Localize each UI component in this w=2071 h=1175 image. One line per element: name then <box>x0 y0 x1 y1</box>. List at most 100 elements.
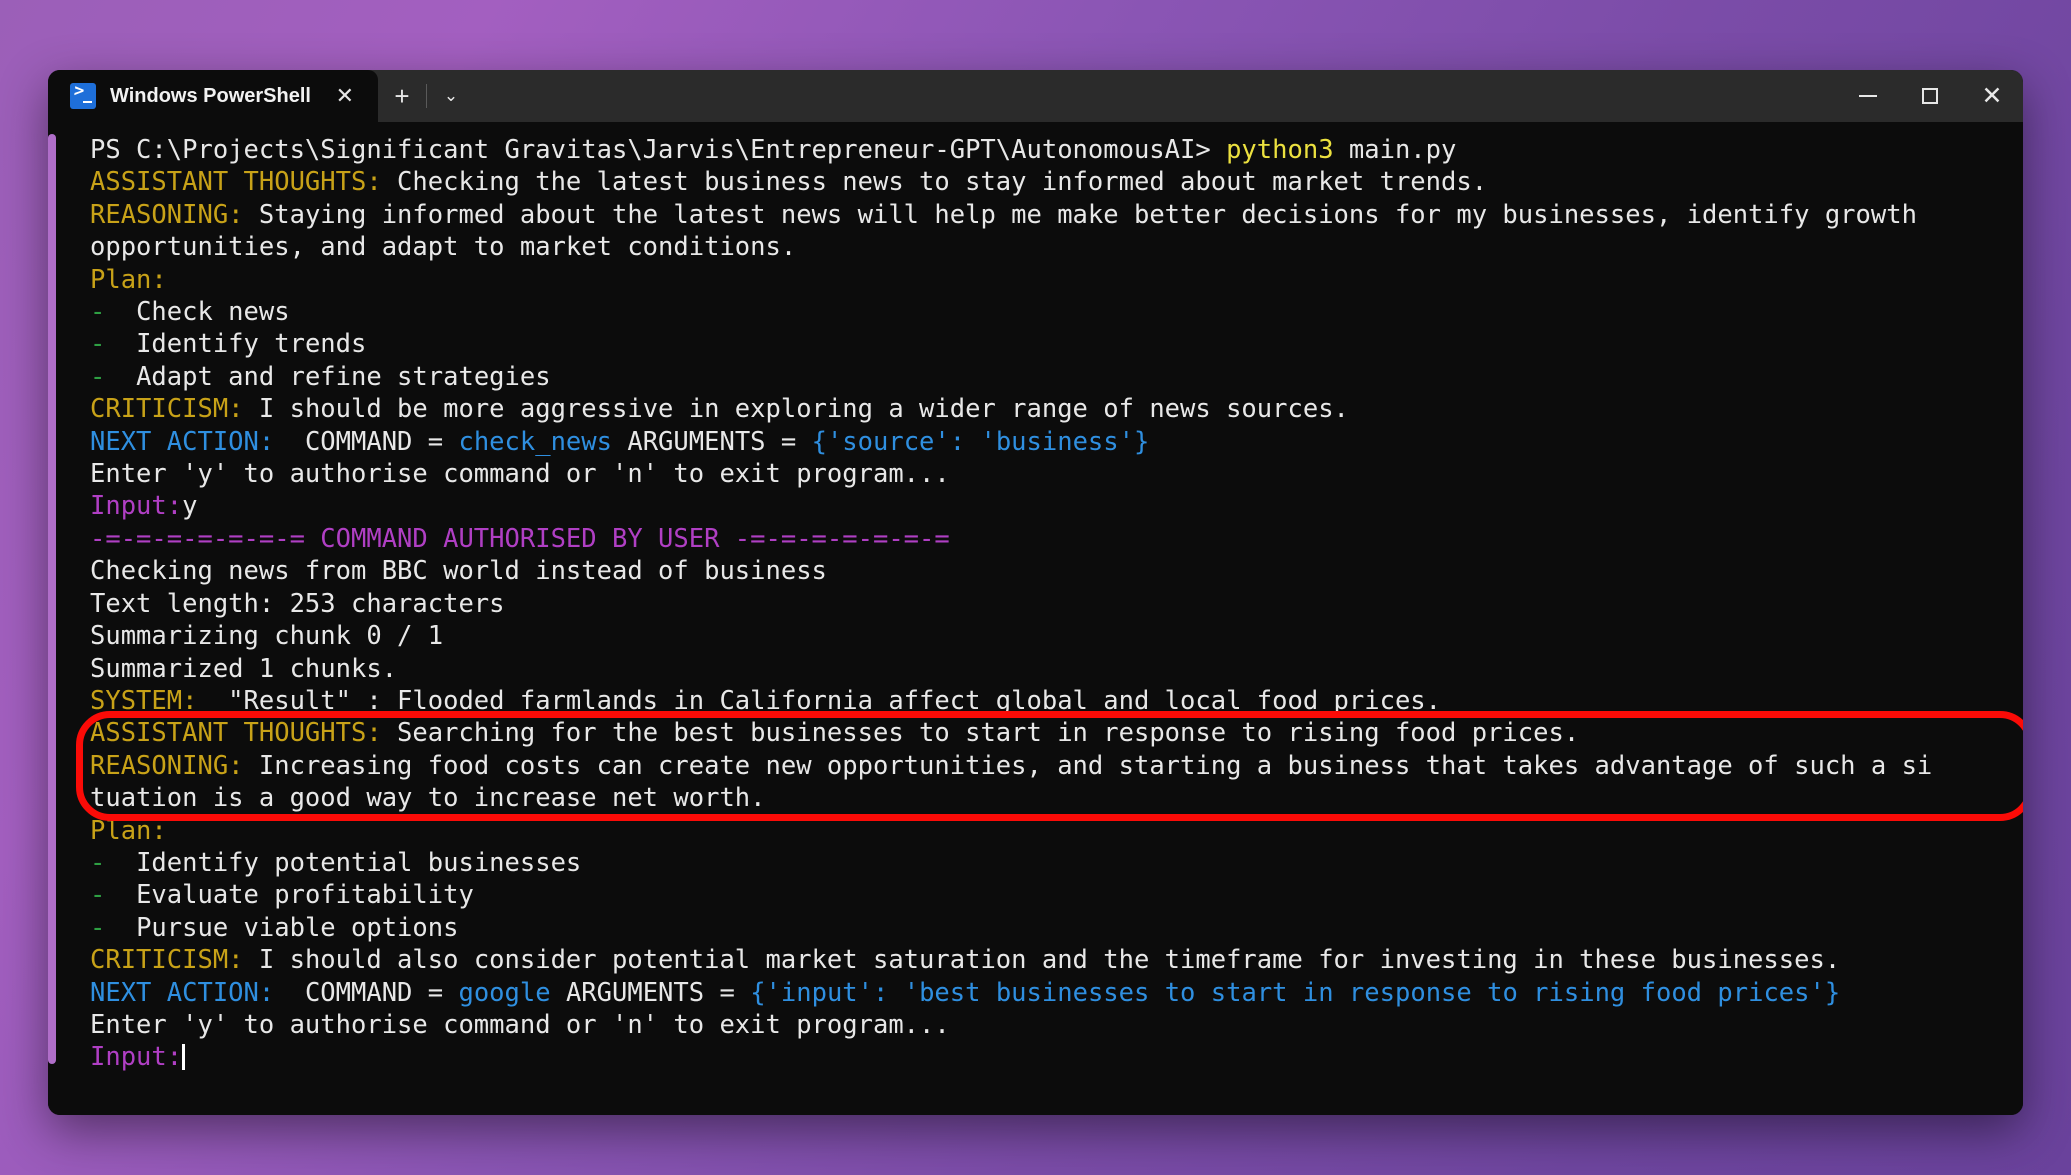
terminal-segment: Evaluate profitability <box>105 880 474 911</box>
terminal-line-reasoning-1: REASONING: Staying informed about the la… <box>90 199 2017 231</box>
terminal-segment: Input: <box>90 491 183 522</box>
terminal-segment: Plan: <box>90 264 167 295</box>
terminal-segment: "Result" : Flooded farmlands in Californ… <box>197 685 1442 716</box>
terminal-segment: opportunities, and adapt to market condi… <box>90 232 797 263</box>
terminal-line-plan-header-1: Plan: <box>90 264 2017 296</box>
terminal-segment: Plan: <box>90 815 167 846</box>
terminal-segment: tuation is a good way to increase net wo… <box>90 783 766 814</box>
terminal-segment: - <box>90 880 106 911</box>
terminal-segment: main.py <box>1333 135 1457 165</box>
terminal-segment: python3 <box>1226 135 1334 165</box>
terminal-segment: Identify trends <box>105 329 367 360</box>
terminal-segment: Text length: 253 characters <box>90 588 505 619</box>
terminal-segment: - <box>90 361 106 392</box>
terminal-segment: ARGUMENTS = <box>550 977 751 1008</box>
terminal-segment: REASONING: <box>90 199 244 230</box>
terminal-segment: CRITICISM: <box>90 394 244 425</box>
terminal-segment: check_news <box>458 426 612 457</box>
terminal-segment: Enter 'y' to authorise command or 'n' to… <box>90 1009 950 1040</box>
text-cursor <box>182 1044 186 1071</box>
terminal-line-plan-header-2: Plan: <box>90 815 2017 847</box>
scrollbar-thumb[interactable] <box>48 134 56 1064</box>
terminal-line-authorise-prompt-2: Enter 'y' to authorise command or 'n' to… <box>90 1009 2017 1041</box>
terminal-line-next-action-1: NEXT ACTION: COMMAND = check_news ARGUME… <box>90 426 2017 458</box>
terminal-segment: ASSISTANT THOUGHTS: <box>90 167 382 198</box>
terminal-line-input-line-2: Input: <box>90 1041 2017 1073</box>
terminal-segment: COMMAND = <box>274 977 459 1008</box>
window-titlebar[interactable]: Windows PowerShell ✕ + ⌄ ✕ <box>48 70 2023 122</box>
terminal-body[interactable]: PS C:\Projects\Significant Gravitas\Jarv… <box>48 122 2023 1115</box>
terminal-line-summarized-output: Summarized 1 chunks. <box>90 653 2017 685</box>
terminal-line-assistant-thoughts-2: ASSISTANT THOUGHTS: Searching for the be… <box>90 717 2017 749</box>
minimize-button[interactable] <box>1837 70 1899 122</box>
powershell-icon <box>70 83 96 109</box>
terminal-tab-powershell[interactable]: Windows PowerShell ✕ <box>48 70 378 122</box>
terminal-segment: CRITICISM: <box>90 945 244 976</box>
terminal-output: PS C:\Projects\Significant Gravitas\Jarv… <box>48 134 2023 1074</box>
terminal-line-plan-item-1-1: - Check news <box>90 296 2017 328</box>
terminal-segment: Pursue viable options <box>105 912 459 943</box>
terminal-segment: google <box>458 977 551 1008</box>
close-tab-icon[interactable]: ✕ <box>328 81 362 111</box>
terminal-segment: -=-=-=-=-=-=-= COMMAND AUTHORISED BY USE… <box>90 523 950 554</box>
terminal-segment: ARGUMENTS = <box>612 426 812 457</box>
terminal-line-input-line-1: Input:y <box>90 490 2017 522</box>
terminal-line-assistant-thoughts-1: ASSISTANT THOUGHTS: Checking the latest … <box>90 166 2017 198</box>
terminal-segment: Checking news from BBC world instead of … <box>90 556 827 587</box>
terminal-segment: - <box>90 912 106 943</box>
terminal-line-reasoning-2-wrap: tuation is a good way to increase net wo… <box>90 782 2017 814</box>
terminal-line-criticism-1: CRITICISM: I should be more aggressive i… <box>90 393 2017 425</box>
terminal-line-summarizing-chunk-output: Summarizing chunk 0 / 1 <box>90 620 2017 652</box>
chevron-down-icon[interactable]: ⌄ <box>427 70 475 122</box>
terminal-segment: I should be more aggressive in exploring… <box>243 394 1349 425</box>
terminal-segment: I should also consider potential market … <box>243 945 1841 976</box>
terminal-segment: - <box>90 847 106 878</box>
terminal-segment: {'input': 'best businesses to start in r… <box>750 977 1841 1008</box>
terminal-segment: - <box>90 297 106 328</box>
terminal-line-reasoning-2: REASONING: Increasing food costs can cre… <box>90 750 2017 782</box>
terminal-segment: Identify potential businesses <box>105 847 582 878</box>
terminal-segment: SYSTEM: <box>90 685 198 716</box>
terminal-segment: Summarized 1 chunks. <box>90 653 398 684</box>
new-tab-icon[interactable]: + <box>378 70 426 122</box>
terminal-segment: NEXT ACTION: <box>90 977 275 1008</box>
close-icon: ✕ <box>1981 81 2003 110</box>
terminal-segment: REASONING: <box>90 750 244 781</box>
terminal-segment: NEXT ACTION: <box>90 426 275 457</box>
terminal-line-text-length-output: Text length: 253 characters <box>90 588 2017 620</box>
terminal-line-plan-item-1-3: - Adapt and refine strategies <box>90 361 2017 393</box>
terminal-segment: Checking the latest business news to sta… <box>381 167 1488 198</box>
tab-title: Windows PowerShell <box>110 84 311 107</box>
terminal-line-plan-item-2-2: - Evaluate profitability <box>90 879 2017 911</box>
terminal-segment: Staying informed about the latest news w… <box>243 199 1917 230</box>
terminal-segment: Searching for the best businesses to sta… <box>381 718 1580 749</box>
terminal-line-authorise-prompt-1: Enter 'y' to authorise command or 'n' to… <box>90 458 2017 490</box>
terminal-segment: Input: <box>90 1042 183 1073</box>
terminal-scrollbar[interactable] <box>48 122 56 1115</box>
titlebar-drag-area[interactable] <box>475 70 1837 122</box>
terminal-segment: Increasing food costs can create new opp… <box>243 750 1933 781</box>
terminal-line-plan-item-1-2: - Identify trends <box>90 328 2017 360</box>
terminal-segment: Adapt and refine strategies <box>105 361 551 392</box>
terminal-line-next-action-2: NEXT ACTION: COMMAND = google ARGUMENTS … <box>90 977 2017 1009</box>
maximize-button[interactable] <box>1899 70 1961 122</box>
terminal-segment: - <box>90 329 106 360</box>
minimize-icon <box>1859 95 1877 97</box>
terminal-line-plan-item-2-3: - Pursue viable options <box>90 912 2017 944</box>
terminal-line-prompt-line: PS C:\Projects\Significant Gravitas\Jarv… <box>90 134 2017 166</box>
maximize-icon <box>1922 88 1938 104</box>
terminal-segment: COMMAND = <box>274 426 459 457</box>
close-window-button[interactable]: ✕ <box>1961 70 2023 122</box>
terminal-segment: PS C:\Projects\Significant Gravitas\Jarv… <box>90 135 1227 165</box>
terminal-segment: y <box>182 491 198 522</box>
terminal-line-criticism-2: CRITICISM: I should also consider potent… <box>90 944 2017 976</box>
terminal-segment: ASSISTANT THOUGHTS: <box>90 718 382 749</box>
powershell-window: Windows PowerShell ✕ + ⌄ ✕ PS C:\Project… <box>48 70 2023 1115</box>
terminal-line-reasoning-1-wrap: opportunities, and adapt to market condi… <box>90 231 2017 263</box>
terminal-line-command-authorised-banner: -=-=-=-=-=-=-= COMMAND AUTHORISED BY USE… <box>90 523 2017 555</box>
terminal-line-checking-news-output: Checking news from BBC world instead of … <box>90 555 2017 587</box>
terminal-line-plan-item-2-1: - Identify potential businesses <box>90 847 2017 879</box>
terminal-segment: Summarizing chunk 0 / 1 <box>90 621 444 652</box>
terminal-line-system-result: SYSTEM: "Result" : Flooded farmlands in … <box>90 685 2017 717</box>
terminal-segment: Enter 'y' to authorise command or 'n' to… <box>90 459 950 490</box>
